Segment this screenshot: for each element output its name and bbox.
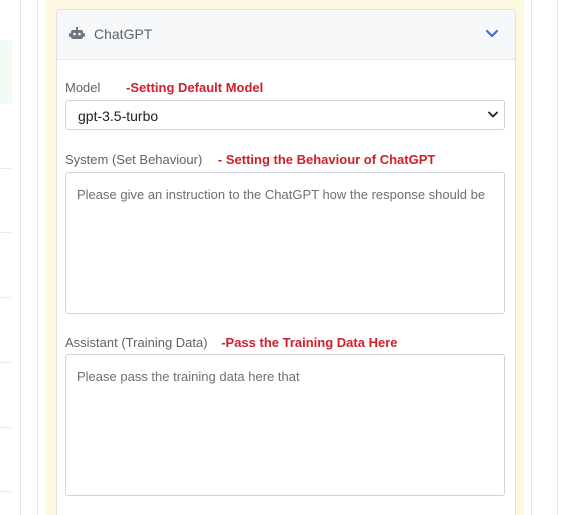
column-border-right <box>531 0 532 515</box>
column-border-left <box>37 0 38 515</box>
row-divider <box>0 362 12 363</box>
system-textarea[interactable]: Please give an instruction to the ChatGP… <box>65 172 505 314</box>
row-divider <box>0 427 12 428</box>
assistant-label: Assistant (Training Data) <box>65 335 208 350</box>
system-textarea-value: Please give an instruction to the ChatGP… <box>77 187 486 202</box>
model-label-row: Model -Setting Default Model <box>65 80 263 95</box>
assistant-label-row: Assistant (Training Data) -Pass the Trai… <box>65 335 397 350</box>
assistant-annotation: -Pass the Training Data Here <box>221 335 398 350</box>
row-divider <box>0 168 12 169</box>
model-select[interactable]: gpt-3.5-turbo <box>65 100 505 130</box>
highlighted-row-fragment <box>0 40 12 104</box>
left-sidebar-strip <box>0 0 21 515</box>
robot-icon <box>69 27 85 39</box>
page: ChatGPT Model -Setting Default Model gpt… <box>0 0 571 515</box>
assistant-textarea-value: Please pass the training data here that <box>77 369 300 384</box>
card-title: ChatGPT <box>94 26 153 42</box>
chevron-down-icon[interactable] <box>485 29 499 39</box>
row-divider <box>0 297 12 298</box>
system-label-row: System (Set Behaviour) - Setting the Beh… <box>65 152 435 167</box>
card-header[interactable]: ChatGPT <box>57 10 515 60</box>
model-select-value: gpt-3.5-turbo <box>78 108 159 124</box>
row-divider <box>0 232 12 233</box>
system-annotation: - Setting the Behaviour of ChatGPT <box>217 152 436 167</box>
system-label: System (Set Behaviour) <box>65 152 203 167</box>
row-divider <box>0 491 12 492</box>
column-border-far-right <box>557 0 558 515</box>
model-annotation: -Setting Default Model <box>126 80 264 95</box>
chatgpt-settings-card: ChatGPT Model -Setting Default Model gpt… <box>56 9 516 515</box>
model-label: Model <box>65 80 101 95</box>
select-caret-icon <box>488 111 498 118</box>
assistant-textarea[interactable]: Please pass the training data here that <box>65 354 505 496</box>
